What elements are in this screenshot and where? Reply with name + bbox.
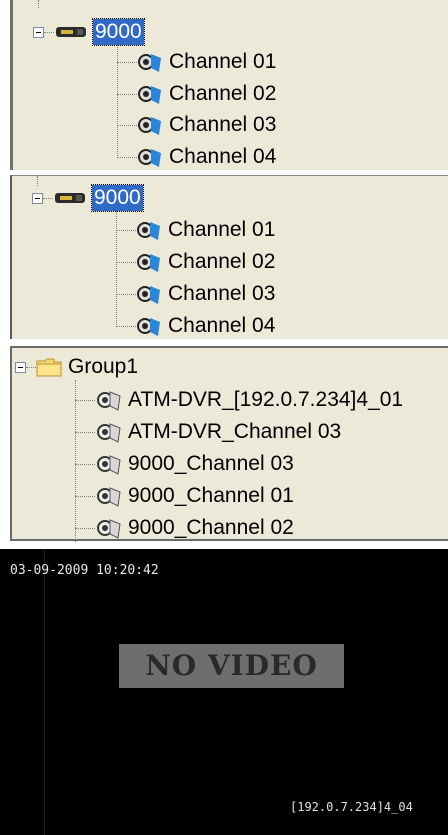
collapse-toggle[interactable] (15, 362, 26, 373)
camera-icon (138, 54, 161, 72)
tree-line (37, 176, 38, 186)
tree-line (38, 0, 39, 8)
tree-line (117, 157, 137, 158)
collapse-toggle[interactable] (33, 27, 44, 38)
tree-line (44, 32, 54, 33)
channel-node[interactable]: Channel 04 (136, 311, 275, 341)
device-node[interactable]: 9000 (54, 183, 144, 213)
camera-icon (97, 487, 121, 507)
channel-label: Channel 03 (168, 282, 276, 305)
tree-line (43, 198, 53, 199)
tree-line (75, 528, 95, 529)
channel-node[interactable]: Channel 02 (137, 79, 276, 109)
camera-icon (137, 222, 160, 240)
group-channel-node[interactable]: ATM-DVR_[192.0.7.234]4_01 (96, 385, 403, 415)
tree-line (116, 294, 136, 295)
collapse-toggle[interactable] (32, 193, 43, 204)
osd-channel-name: [192.0.7.234]4_04 (290, 800, 413, 814)
group-channel-label: 9000_Channel 03 (128, 452, 294, 475)
tree-line (117, 62, 137, 63)
tree-line (75, 432, 95, 433)
channel-label: Channel 02 (168, 250, 276, 273)
channel-node[interactable]: Channel 03 (136, 279, 275, 309)
no-video-banner: NO VIDEO (119, 644, 344, 688)
channel-label: Channel 03 (169, 113, 277, 136)
tree-line (116, 211, 117, 327)
device-label: 9000 (92, 18, 145, 46)
channel-node[interactable]: Channel 04 (137, 142, 276, 172)
dvr-device-icon (56, 27, 86, 37)
osd-timestamp: 03-09-2009 10:20:42 (10, 563, 159, 578)
camera-icon (137, 254, 160, 272)
channel-node[interactable]: Channel 03 (137, 110, 276, 140)
device-label: 9000 (91, 184, 144, 212)
tree-line (116, 262, 136, 263)
tree-line (75, 380, 76, 542)
camera-icon (138, 149, 161, 167)
camera-icon (97, 455, 121, 475)
folder-icon (36, 358, 62, 377)
channel-label: Channel 02 (169, 82, 277, 105)
channel-label: Channel 01 (169, 50, 277, 73)
channel-label: Channel 04 (168, 314, 276, 337)
channel-node[interactable]: Channel 01 (136, 215, 275, 245)
group-channel-node[interactable]: 9000_Channel 01 (96, 481, 294, 511)
group-channel-label: ATM-DVR_[192.0.7.234]4_01 (128, 388, 404, 411)
tree-line (117, 125, 137, 126)
tree-line (75, 400, 95, 401)
camera-icon (137, 286, 160, 304)
camera-icon (97, 423, 121, 443)
device-tree-panel-1: 9000 Channel 01 Channel 02 Channel 03 Ch… (10, 0, 448, 170)
tree-line (116, 326, 136, 327)
tree-line (26, 367, 36, 368)
channel-node[interactable]: Channel 01 (137, 47, 276, 77)
group-channel-node[interactable]: 9000_Channel 03 (96, 449, 294, 479)
camera-icon (138, 86, 161, 104)
channel-node[interactable]: Channel 02 (136, 247, 275, 277)
group-tree-panel: Group1 ATM-DVR_[192.0.7.234]4_01 ATM-DVR… (10, 346, 448, 543)
camera-icon (137, 318, 160, 336)
channel-label: Channel 01 (168, 218, 276, 241)
video-divider (44, 549, 45, 835)
group-channel-node[interactable]: ATM-DVR_Channel 03 (96, 417, 341, 447)
group-channel-label: 9000_Channel 02 (128, 516, 294, 539)
camera-icon (97, 519, 121, 539)
group-channel-label: 9000_Channel 01 (128, 484, 294, 507)
tree-line (75, 464, 95, 465)
camera-icon (138, 117, 161, 135)
group-node[interactable]: Group1 (36, 352, 138, 382)
camera-icon (97, 391, 121, 411)
tree-line (75, 496, 95, 497)
tree-line (116, 230, 136, 231)
video-preview[interactable]: 03-09-2009 10:20:42 NO VIDEO [192.0.7.23… (0, 549, 448, 835)
group-label: Group1 (68, 355, 139, 378)
tree-line (117, 94, 137, 95)
device-tree-panel-2: 9000 Channel 01 Channel 02 Channel 03 Ch… (10, 175, 448, 339)
group-channel-node[interactable]: 9000_Channel 02 (96, 513, 294, 543)
channel-label: Channel 04 (169, 145, 277, 168)
device-node[interactable]: 9000 (55, 17, 145, 47)
dvr-device-icon (55, 193, 85, 203)
group-channel-label: ATM-DVR_Channel 03 (128, 420, 342, 443)
